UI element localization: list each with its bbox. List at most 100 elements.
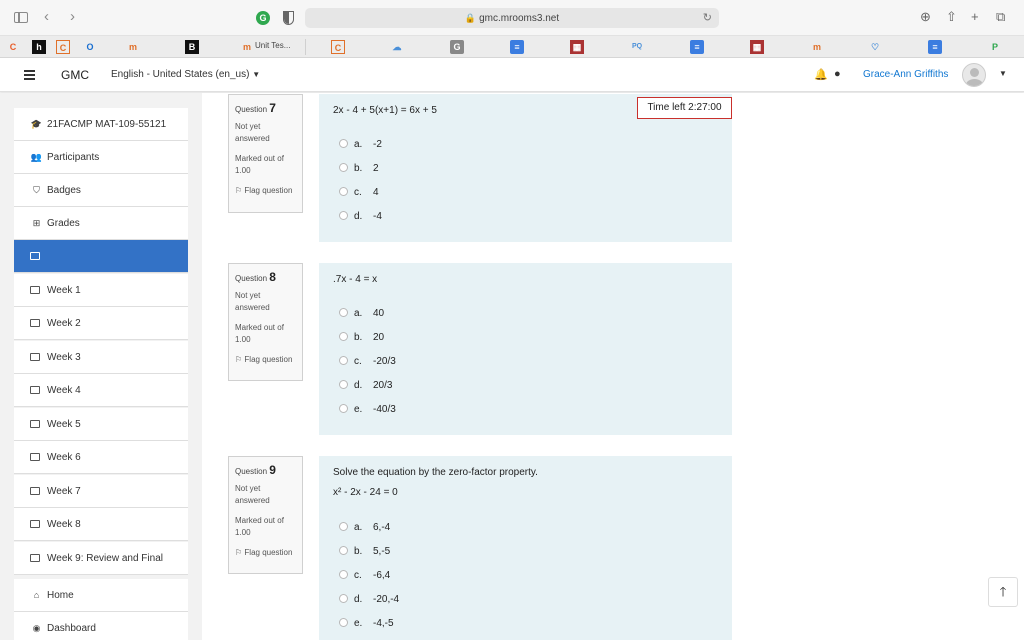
drawer-item-week-3[interactable]: Week 3 [14,341,188,374]
answer-option[interactable]: d. -4 [339,211,382,222]
question-state: Not yet answered [235,291,270,312]
radio-button[interactable] [339,594,348,603]
bookmark-unit-test-label[interactable]: Unit Tes... [255,41,290,50]
drawer-item-week-2[interactable]: Week 2 [14,307,188,340]
bookmark-docs-icon[interactable]: ≡ [510,40,524,54]
drawer-item-home[interactable]: ⌂ Home [14,579,188,612]
bookmark-c-icon[interactable]: C [56,40,70,54]
radio-button[interactable] [339,570,348,579]
answer-option[interactable]: d. -20,-4 [339,594,399,605]
bookmarks-bar: C h C O m B m Unit Tes... C ☁ G ≡ ▦ PQ ≡… [0,36,1024,58]
answer-option[interactable]: b. 5,-5 [339,546,390,557]
radio-button[interactable] [339,211,348,220]
question-equation: x² - 2x - 24 = 0 [333,487,398,498]
question-text: .7x - 4 = x [333,274,378,285]
new-tab-icon[interactable]: + [971,9,979,24]
drawer-item-grades[interactable]: ⊞ Grades [14,207,188,240]
flag-question-button[interactable]: ⚐ Flag question [235,185,296,197]
download-icon[interactable]: ⊕ [920,9,931,25]
bookmark-unit-test-icon[interactable]: m [240,40,254,54]
bookmark-docs3-icon[interactable]: ≡ [928,40,942,54]
sidebar-toggle-icon[interactable] [14,12,28,23]
radio-button[interactable] [339,356,348,365]
site-brand[interactable]: GMC [61,68,89,82]
bookmark-h-icon[interactable]: h [32,40,46,54]
answer-option[interactable]: a. -2 [339,139,382,150]
drawer-item-week-6[interactable]: Week 6 [14,441,188,474]
drawer-item-label: Week 3 [47,352,81,363]
drawer-item-current-section[interactable] [14,240,188,273]
question-state: Not yet answered [235,122,270,143]
radio-button[interactable] [339,380,348,389]
shield-icon: ⛉ [33,185,40,195]
answer-option[interactable]: e. -4,-5 [339,618,394,629]
address-bar[interactable]: 🔒 gmc.mrooms3.net ↻ [305,8,719,28]
flag-question-button[interactable]: ⚐ Flag question [235,354,296,366]
bookmark-docs2-icon[interactable]: ≡ [690,40,704,54]
table-icon: ⊞ [32,218,41,228]
answer-option[interactable]: a. 6,-4 [339,522,390,533]
user-name[interactable]: Grace-Ann Griffiths [863,69,948,80]
drawer-item-label: Week 7 [47,486,81,497]
answer-option[interactable]: b. 20 [339,332,384,343]
user-menu-caret-icon[interactable]: ▼ [999,69,1007,78]
radio-button[interactable] [339,332,348,341]
bookmark-c2-icon[interactable]: C [331,40,345,54]
radio-button[interactable] [339,163,348,172]
answer-option[interactable]: a. 40 [339,308,384,319]
language-selector[interactable]: English - United States (en_us) ▼ [111,69,260,80]
bookmark-pq-icon[interactable]: PQ [630,40,644,54]
privacy-shield-icon[interactable] [283,11,294,25]
tab-overview-icon[interactable]: ⧉ [996,9,1005,25]
bookmark-o-icon[interactable]: O [83,40,97,54]
bookmark-b-icon[interactable]: B [185,40,199,54]
radio-button[interactable] [339,308,348,317]
answer-option[interactable]: c. 4 [339,187,379,198]
answer-option[interactable]: c. -20/3 [339,356,396,367]
course-drawer: 🎓 21FACMP MAT-109-55121 👥 Participants ⛉ Ba… [0,93,202,640]
answer-option[interactable]: e. -40/3 [339,404,396,415]
drawer-item-week-5[interactable]: Week 5 [14,408,188,441]
answer-option[interactable]: c. -6,4 [339,570,390,581]
scroll-to-top-button[interactable]: 🡑 [988,577,1018,607]
back-icon[interactable]: ‹ [44,8,49,25]
answer-option[interactable]: d. 20/3 [339,380,392,391]
forward-icon[interactable]: › [70,8,75,25]
bookmark-cloud-icon[interactable]: ☁ [390,40,404,54]
drawer-item-label: Participants [47,152,100,163]
drawer-item-week-7[interactable]: Week 7 [14,475,188,508]
bookmark-moodle2-icon[interactable]: m [810,40,824,54]
notification-bell-icon[interactable]: 🔔 [814,68,828,81]
bookmark-green-icon[interactable]: P [988,40,1002,54]
drawer-item-badges[interactable]: ⛉ Badges [14,174,188,207]
answer-option[interactable]: b. 2 [339,163,379,174]
radio-button[interactable] [339,618,348,627]
drawer-item-course[interactable]: 🎓 21FACMP MAT-109-55121 [14,108,188,141]
drawer-item-week-9[interactable]: Week 9: Review and Final [14,542,188,575]
radio-button[interactable] [339,404,348,413]
drawer-item-dashboard[interactable]: ◉ Dashboard [14,612,188,640]
bookmark-red2-icon[interactable]: ▦ [750,40,764,54]
drawer-item-week-4[interactable]: Week 4 [14,374,188,407]
drawer-item-week-8[interactable]: Week 8 [14,508,188,541]
messages-icon[interactable]: ● [834,68,841,80]
avatar[interactable] [962,63,986,87]
flag-question-button[interactable]: ⚐ Flag question [235,547,296,559]
bookmark-g-icon[interactable]: G [450,40,464,54]
share-icon[interactable]: ⇧ [946,9,957,25]
radio-button[interactable] [339,139,348,148]
bookmark-moodle-icon[interactable]: m [126,40,140,54]
hamburger-menu-icon[interactable] [24,70,35,80]
extension-g-icon[interactable]: G [256,11,270,25]
drawer-item-participants[interactable]: 👥 Participants [14,141,188,174]
radio-button[interactable] [339,522,348,531]
radio-button[interactable] [339,546,348,555]
reload-icon[interactable]: ↻ [703,8,712,28]
bookmark-red-icon[interactable]: ▦ [570,40,584,54]
radio-button[interactable] [339,187,348,196]
bookmark-stethoscope-icon[interactable]: ♡ [868,40,882,54]
drawer-item-week-1[interactable]: Week 1 [14,274,188,307]
bookmark-c-orange-icon[interactable]: C [6,40,20,54]
folder-icon [30,420,40,428]
drawer-item-label: Week 6 [47,452,81,463]
